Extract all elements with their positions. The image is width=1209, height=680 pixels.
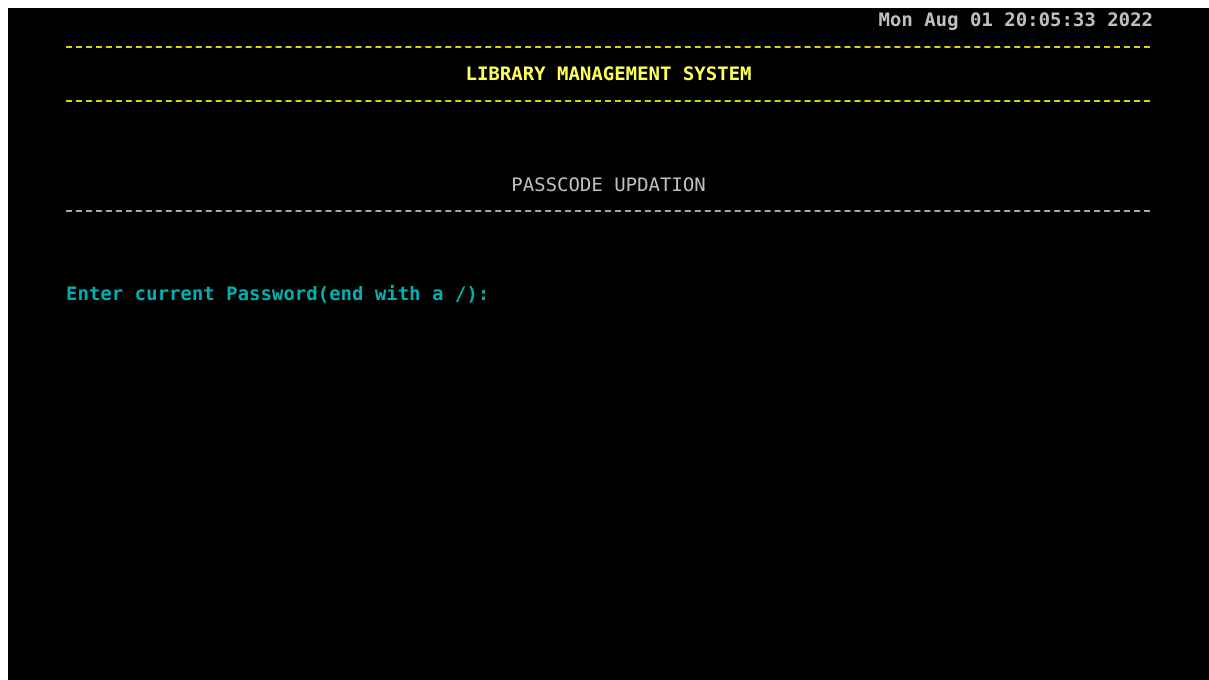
current-password-prompt: Enter current Password(end with a /): (66, 283, 490, 305)
password-prompt-row: Enter current Password(end with a /): (66, 283, 511, 305)
top-divider (66, 46, 1150, 48)
section-divider (66, 210, 1150, 212)
section-title: PASSCODE UPDATION (511, 174, 706, 196)
system-title: LIBRARY MANAGEMENT SYSTEM (465, 63, 752, 85)
current-password-input[interactable] (501, 283, 511, 305)
datetime-display: Mon Aug 01 20:05:33 2022 (878, 9, 1153, 31)
title-divider (66, 100, 1150, 102)
terminal-screen: Mon Aug 01 20:05:33 2022 LIBRARY MANAGEM… (8, 8, 1209, 680)
